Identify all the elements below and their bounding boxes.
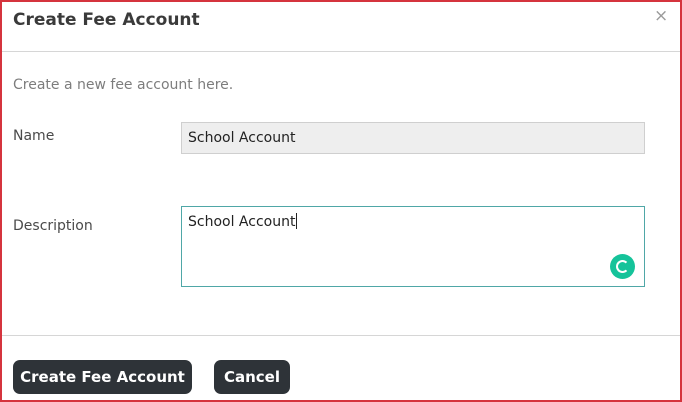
create-fee-account-dialog: Create Fee Account × Create a new fee ac…	[0, 0, 682, 402]
dialog-intro-text: Create a new fee account here.	[13, 77, 234, 93]
name-field[interactable]: School Account	[181, 122, 645, 154]
grammarly-icon[interactable]	[610, 254, 635, 279]
name-field-value: School Account	[188, 130, 296, 146]
header-divider	[2, 51, 680, 52]
text-caret	[296, 213, 298, 229]
description-textarea[interactable]: School Account	[181, 206, 645, 287]
name-label: Name	[13, 128, 55, 144]
dialog-title: Create Fee Account	[13, 10, 200, 30]
close-icon[interactable]: ×	[654, 6, 668, 26]
description-label: Description	[13, 218, 93, 234]
description-field-value: School Account	[188, 214, 296, 230]
create-fee-account-button[interactable]: Create Fee Account	[13, 360, 192, 394]
footer-divider	[2, 335, 680, 336]
cancel-button[interactable]: Cancel	[214, 360, 290, 394]
